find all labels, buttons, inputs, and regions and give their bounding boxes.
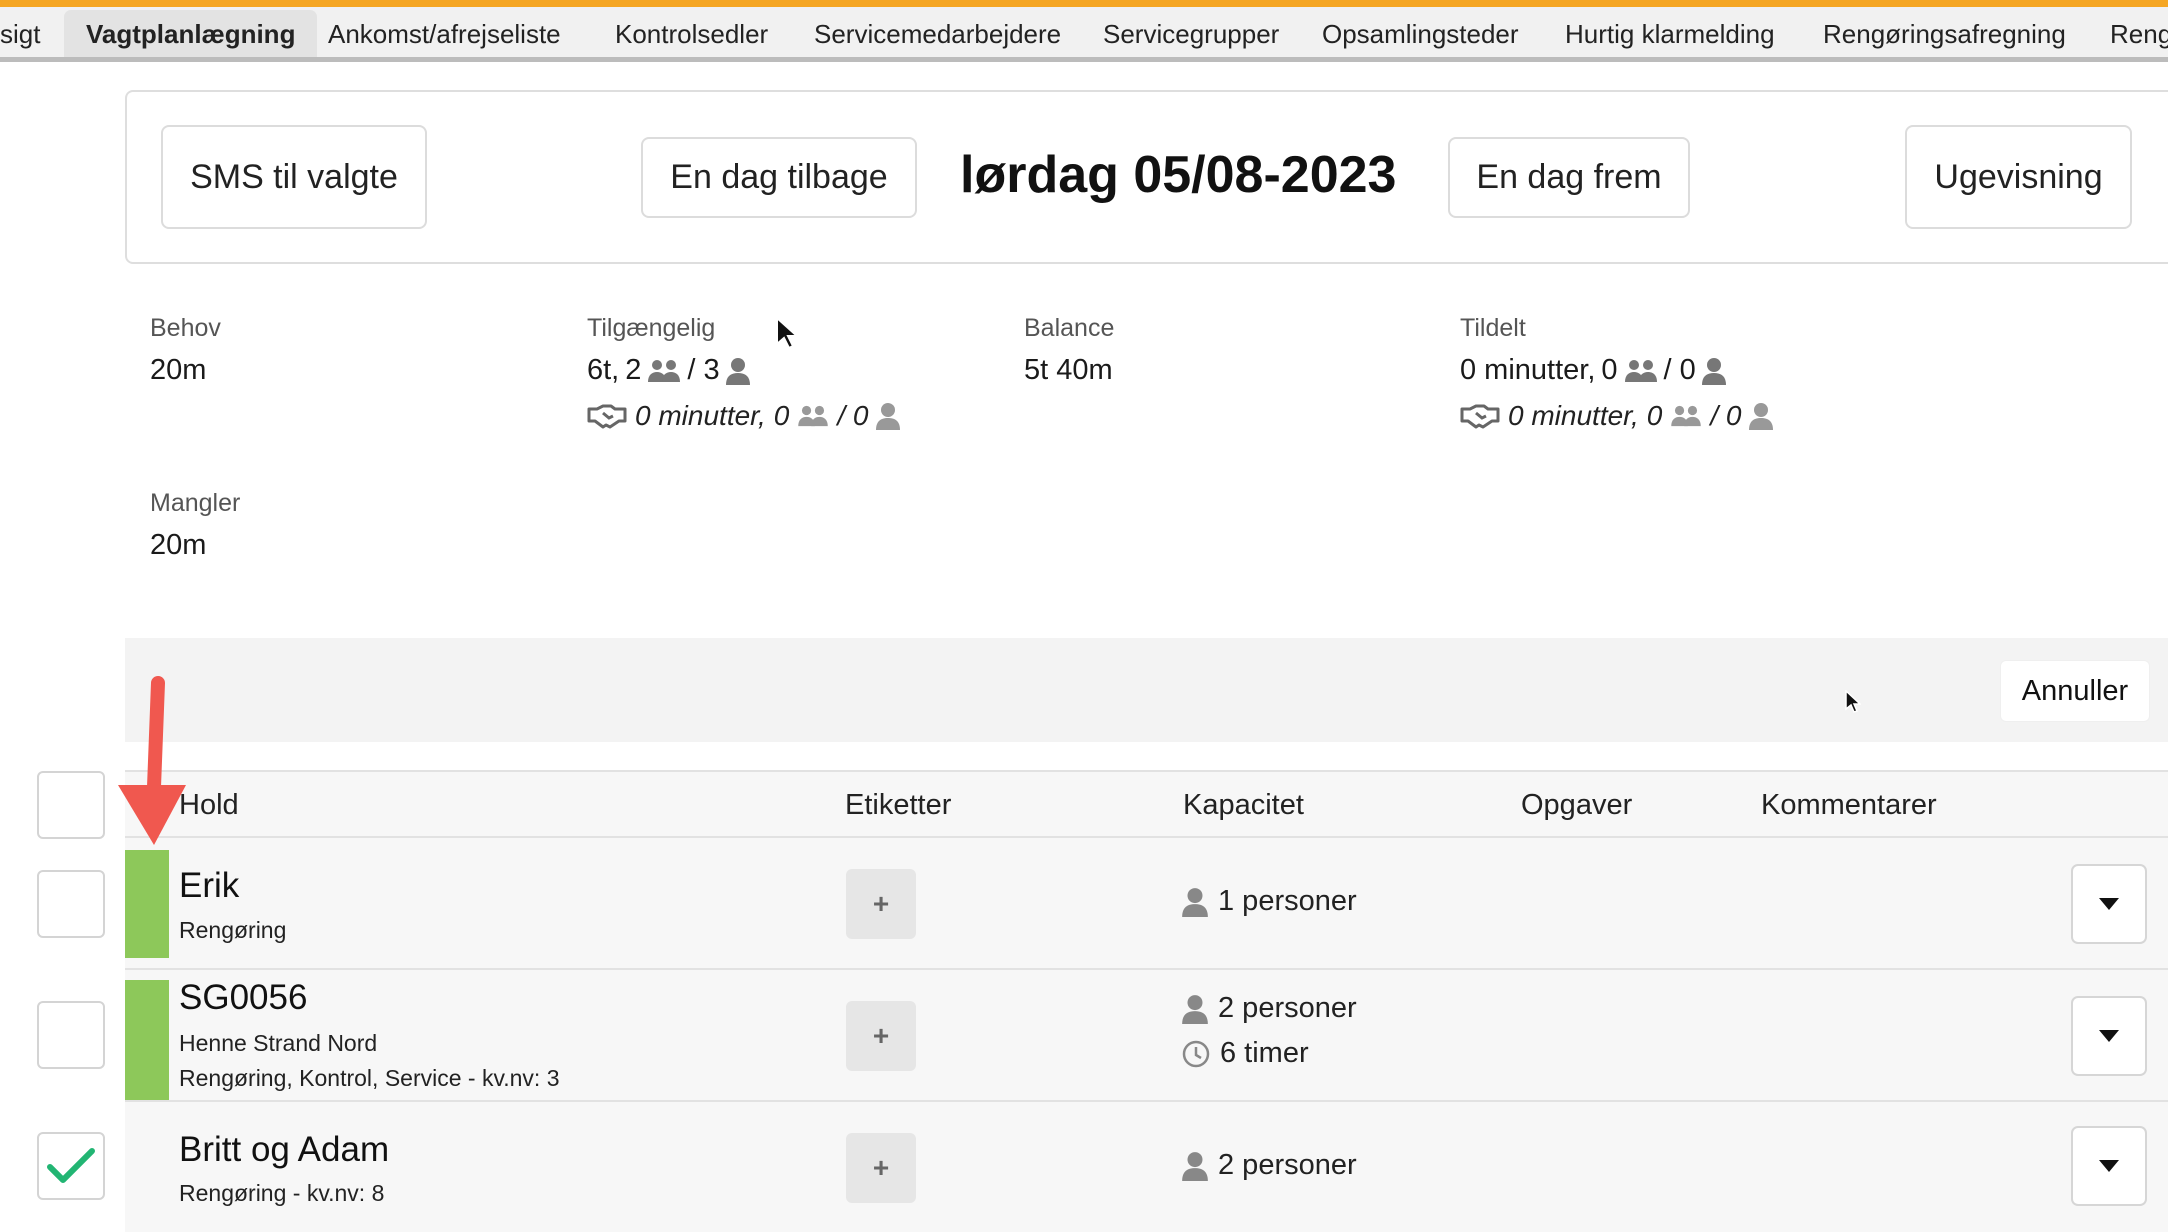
row-dropdown-button[interactable]: [2071, 996, 2147, 1076]
tab-servicemedarbejdere[interactable]: Servicemedarbejdere: [814, 19, 1061, 50]
tilgaengelig-persons: / 3: [687, 354, 720, 386]
capacity-value: 1 personer: [1218, 885, 1357, 917]
mangler-value: 20m: [150, 529, 207, 561]
tilgaengelig-handshake-row: 0 minutter, 0 / 0: [587, 400, 901, 432]
row-dropdown-button[interactable]: [2071, 1126, 2147, 1206]
sms-selected-button[interactable]: SMS til valgte: [161, 125, 427, 229]
row-subtitle: Henne Strand Nord: [179, 1030, 378, 1056]
tilgaengelig-sub-persons: / 0: [837, 400, 869, 431]
tilgaengelig-value: 6t, 2 / 3: [587, 354, 750, 387]
capacity-hours: 6 timer: [1182, 1037, 1309, 1070]
behov-value: 20m: [150, 354, 207, 386]
tab-rengoeringsafregning[interactable]: Rengøringsafregning: [1823, 19, 2066, 50]
tildelt-sub-persons: / 0: [1710, 400, 1742, 431]
row-dropdown-button[interactable]: [2071, 864, 2147, 944]
capacity-persons: 2 personer: [1182, 992, 1357, 1025]
table-row[interactable]: Britt og Adam Rengøring - kv.nv: 8 + 2 p…: [125, 1102, 2168, 1232]
handshake-icon: [587, 404, 627, 429]
table-row[interactable]: SG0056 Henne Strand Nord Rengøring, Kont…: [125, 970, 2168, 1102]
person-icon: [876, 403, 901, 430]
people-icon: [648, 359, 681, 382]
person-icon: [1701, 357, 1726, 385]
bulk-action-bar: [125, 638, 2168, 742]
row-subtitle: Rengøring: [179, 917, 287, 943]
mouse-cursor-icon: [776, 316, 797, 350]
tildelt-time: 0 minutter,: [1460, 354, 1596, 386]
red-arrow-annotation: [118, 676, 186, 845]
person-icon: [1182, 1151, 1208, 1181]
header-kapacitet[interactable]: Kapacitet: [1183, 789, 1304, 822]
previous-day-button[interactable]: En dag tilbage: [641, 137, 917, 218]
hours-value: 6 timer: [1220, 1037, 1309, 1069]
row-detail: Rengøring, Kontrol, Service - kv.nv: 3: [179, 1065, 560, 1091]
balance-label: Balance: [1024, 314, 1115, 342]
person-icon: [725, 357, 750, 385]
people-icon: [1624, 359, 1657, 382]
current-date-title: lørdag 05/08-2023: [960, 146, 1397, 204]
tab-servicegrupper[interactable]: Servicegrupper: [1103, 19, 1279, 50]
group-color-indicator: [125, 850, 169, 958]
capacity-persons: 2 personer: [1182, 1149, 1357, 1182]
tildelt-groups: 0: [1601, 354, 1618, 386]
caret-down-icon: [2099, 1030, 2119, 1042]
balance-value: 5t 40m: [1024, 354, 1113, 386]
tilgaengelig-time: 6t,: [587, 354, 620, 386]
capacity-value: 2 personer: [1218, 992, 1357, 1024]
group-color-indicator: [125, 980, 169, 1100]
row-title: Erik: [179, 866, 240, 905]
row-checkbox[interactable]: [37, 1001, 105, 1069]
header-opgaver[interactable]: Opgaver: [1521, 789, 1632, 822]
tilgaengelig-sub-groups: 0: [773, 400, 790, 431]
row-subtitle: Rengøring - kv.nv: 8: [179, 1180, 385, 1206]
tildelt-handshake-row: 0 minutter, 0 / 0: [1460, 400, 1774, 432]
person-icon: [1182, 887, 1208, 917]
tab-oversigt[interactable]: sigt: [0, 19, 40, 50]
tab-hurtig-klarmelding[interactable]: Hurtig klarmelding: [1565, 19, 1775, 50]
cancel-button[interactable]: Annuller: [2000, 660, 2150, 722]
add-tag-button[interactable]: +: [846, 1133, 916, 1203]
tab-reng-truncated[interactable]: Reng: [2110, 19, 2168, 50]
row-title: SG0056: [179, 978, 308, 1017]
next-day-button[interactable]: En dag frem: [1448, 137, 1690, 218]
tildelt-value: 0 minutter, 0 / 0: [1460, 354, 1726, 387]
caret-down-icon: [2099, 898, 2119, 910]
handshake-icon: [1460, 404, 1500, 429]
tildelt-sub-groups: 0: [1646, 400, 1663, 431]
week-view-button[interactable]: Ugevisning: [1905, 125, 2132, 229]
tildelt-label: Tildelt: [1460, 314, 1526, 342]
caret-down-icon: [2099, 1160, 2119, 1172]
table-header: Hold Etiketter Kapacitet Opgaver Komment…: [125, 770, 2168, 838]
people-icon: [798, 405, 829, 427]
table-row[interactable]: Erik Rengøring + 1 personer: [125, 838, 2168, 970]
tilgaengelig-groups: 2: [625, 354, 642, 386]
tab-kontrolsedler[interactable]: Kontrolsedler: [615, 19, 768, 50]
tilgaengelig-sub-time: 0 minutter,: [635, 400, 766, 431]
person-icon: [1182, 994, 1208, 1024]
tilgaengelig-label: Tilgængelig: [587, 314, 716, 342]
capacity-persons: 1 personer: [1182, 885, 1357, 918]
people-icon: [1671, 405, 1702, 427]
check-icon: [47, 1148, 95, 1183]
select-all-checkbox[interactable]: [37, 771, 105, 839]
mangler-label: Mangler: [150, 489, 241, 517]
tab-vagtplanlaegning[interactable]: Vagtplanlægning: [64, 10, 318, 57]
top-nav-bar: sigt Vagtplanlægning Ankomst/afrejselist…: [0, 0, 2168, 62]
tab-opsamlingsteder[interactable]: Opsamlingsteder: [1322, 19, 1519, 50]
add-tag-button[interactable]: +: [846, 1001, 916, 1071]
mouse-pointer-icon: [1845, 690, 1861, 713]
tab-ankomst-afrejseliste[interactable]: Ankomst/afrejseliste: [328, 19, 561, 50]
row-title: Britt og Adam: [179, 1130, 390, 1169]
capacity-value: 2 personer: [1218, 1149, 1357, 1181]
header-etiketter[interactable]: Etiketter: [845, 789, 951, 822]
header-kommentarer[interactable]: Kommentarer: [1761, 789, 1937, 822]
person-icon: [1749, 403, 1774, 430]
clock-icon: [1182, 1040, 1210, 1067]
row-checkbox[interactable]: [37, 870, 105, 938]
tildelt-sub-time: 0 minutter,: [1508, 400, 1639, 431]
tildelt-persons: / 0: [1663, 354, 1696, 386]
row-checkbox-checked[interactable]: [37, 1132, 105, 1200]
behov-label: Behov: [150, 314, 221, 342]
add-tag-button[interactable]: +: [846, 869, 916, 939]
